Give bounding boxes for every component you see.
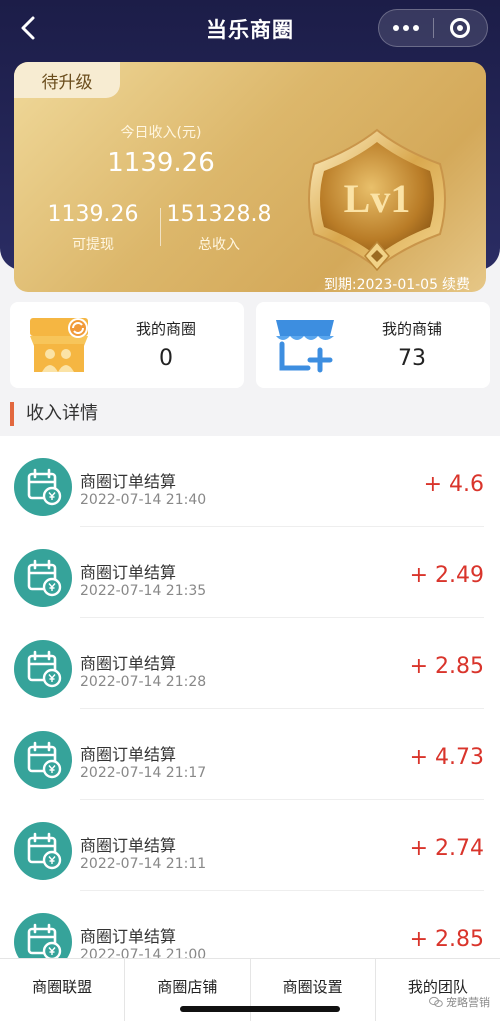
calendar-yen-icon bbox=[27, 832, 62, 870]
total-income-value: 151328.8 bbox=[166, 202, 272, 227]
record-title: 商圈订单结算 bbox=[80, 472, 177, 491]
record-amount: + 2.49 bbox=[409, 563, 484, 588]
expiry-info: 到期:2023-01-05 续费 bbox=[324, 274, 470, 292]
close-button[interactable] bbox=[434, 10, 487, 46]
target-close-icon bbox=[450, 18, 471, 38]
shop-group-icon bbox=[30, 318, 88, 372]
list-item[interactable]: 商圈订单结算 2022-07-14 21:35 + 2.49 bbox=[0, 527, 500, 618]
record-title: 商圈订单结算 bbox=[80, 654, 177, 673]
calendar-yen-icon bbox=[27, 559, 62, 597]
more-dot bbox=[413, 25, 419, 31]
income-card: 待升级 今日收入(元) 1139.26 1139.26 可提现 151328.8… bbox=[14, 62, 486, 292]
record-amount: + 4.6 bbox=[423, 472, 484, 497]
list-item[interactable]: 商圈订单结算 2022-07-14 21:28 + 2.85 bbox=[0, 618, 500, 709]
my-shops-tile[interactable]: 我的商铺 73 bbox=[256, 302, 490, 388]
settlement-icon bbox=[14, 731, 72, 789]
record-title: 商圈订单结算 bbox=[80, 836, 177, 855]
record-time: 2022-07-14 21:17 bbox=[80, 765, 207, 781]
calendar-yen-icon bbox=[27, 923, 62, 958]
more-dots-icon bbox=[393, 25, 399, 31]
settlement-icon bbox=[14, 822, 72, 880]
my-business-circle-count: 0 bbox=[159, 346, 173, 371]
settlement-icon bbox=[14, 913, 72, 958]
watermark-text: 宠略营销 bbox=[446, 996, 490, 1009]
settlement-icon bbox=[14, 549, 72, 607]
record-time: 2022-07-14 21:11 bbox=[80, 856, 207, 872]
list-item[interactable]: 商圈订单结算 2022-07-14 21:40 + 4.6 bbox=[0, 436, 500, 527]
section-title: 收入详情 bbox=[10, 402, 98, 426]
today-income-value: 1139.26 bbox=[107, 148, 215, 178]
settlement-icon bbox=[14, 640, 72, 698]
withdrawable-value: 1139.26 bbox=[47, 202, 139, 227]
income-list[interactable]: 商圈订单结算 2022-07-14 21:40 + 4.6 商圈订单结算 202… bbox=[0, 436, 500, 958]
tab-my-team[interactable]: 我的团队 bbox=[376, 959, 500, 1021]
expiry-date: 到期:2023-01-05 bbox=[323, 277, 438, 292]
close-dot bbox=[457, 25, 464, 31]
home-indicator bbox=[180, 1006, 340, 1012]
record-time: 2022-07-14 21:40 bbox=[80, 492, 207, 508]
watermark: 宠略营销 bbox=[429, 994, 490, 1010]
list-item[interactable]: 商圈订单结算 2022-07-14 21:00 + 2.85 bbox=[0, 891, 500, 958]
renew-link[interactable]: 续费 bbox=[442, 277, 470, 292]
tab-alliance[interactable]: 商圈联盟 bbox=[0, 959, 126, 1021]
upgrade-badge[interactable]: 待升级 bbox=[14, 62, 120, 98]
my-business-circle-tile[interactable]: 我的商圈 0 bbox=[10, 302, 244, 388]
list-item[interactable]: 商圈订单结算 2022-07-14 21:11 + 2.74 bbox=[0, 800, 500, 891]
my-shops-label: 我的商铺 bbox=[381, 320, 442, 338]
record-title: 商圈订单结算 bbox=[80, 745, 177, 764]
calendar-yen-icon bbox=[27, 468, 62, 506]
withdrawable-label: 可提现 bbox=[72, 237, 114, 253]
store-add-icon bbox=[276, 320, 334, 373]
my-business-circle-label: 我的商圈 bbox=[135, 320, 196, 338]
record-amount: + 2.74 bbox=[409, 836, 484, 861]
nav-bar: 当乐商圈 bbox=[0, 0, 500, 56]
my-shops-count: 73 bbox=[398, 346, 426, 371]
list-item[interactable]: 商圈订单结算 2022-07-14 21:17 + 4.73 bbox=[0, 709, 500, 800]
record-title: 商圈订单结算 bbox=[80, 927, 177, 946]
level-emblem-icon: Lv1 bbox=[308, 128, 446, 272]
record-title: 商圈订单结算 bbox=[80, 563, 177, 582]
more-button[interactable] bbox=[379, 10, 433, 46]
total-income-label: 总收入 bbox=[198, 237, 240, 253]
today-income-label: 今日收入(元) bbox=[120, 125, 202, 141]
record-amount: + 4.73 bbox=[409, 745, 484, 770]
record-amount: + 2.85 bbox=[409, 654, 484, 679]
calendar-yen-icon bbox=[27, 650, 62, 688]
record-time: 2022-07-14 21:35 bbox=[80, 583, 207, 599]
record-time: 2022-07-14 21:28 bbox=[80, 674, 207, 690]
calendar-yen-icon bbox=[27, 741, 62, 779]
record-time: 2022-07-14 21:00 bbox=[80, 947, 207, 958]
more-dot bbox=[403, 25, 409, 31]
level-text: Lv1 bbox=[344, 176, 411, 221]
record-amount: + 2.85 bbox=[409, 927, 484, 952]
miniapp-capsule bbox=[378, 9, 488, 47]
settlement-icon bbox=[14, 458, 72, 516]
wechat-icon bbox=[429, 996, 443, 1007]
